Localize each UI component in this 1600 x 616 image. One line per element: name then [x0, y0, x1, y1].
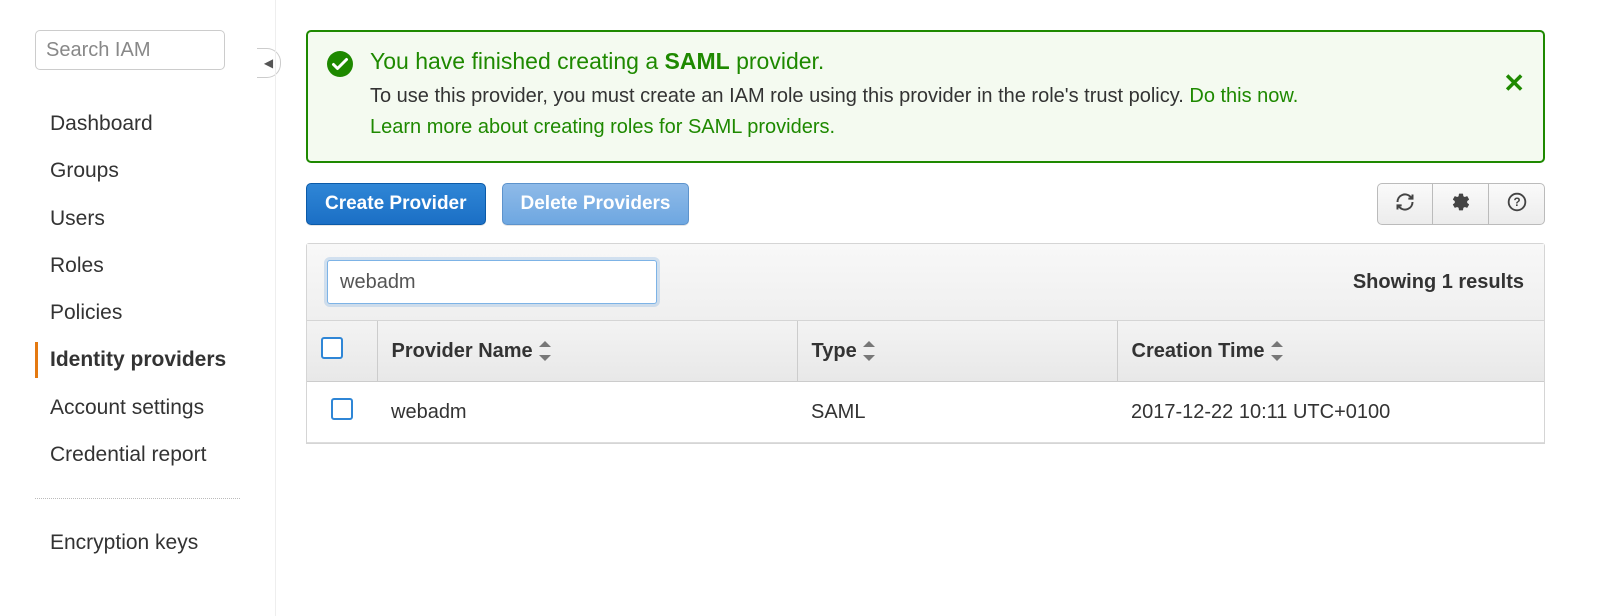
filter-input[interactable] — [327, 260, 657, 304]
cell-type: SAML — [797, 382, 1117, 443]
checkbox-icon — [321, 337, 343, 359]
alert-title: You have finished creating a SAML provid… — [370, 48, 1495, 75]
nav-item-account-settings[interactable]: Account settings — [0, 384, 275, 431]
sort-icon — [863, 343, 875, 359]
do-this-now-link[interactable]: Do this now. — [1189, 85, 1298, 107]
search-input[interactable] — [35, 30, 225, 70]
settings-button[interactable] — [1433, 183, 1489, 225]
cell-creation-time: 2017-12-22 10:11 UTC+0100 — [1117, 382, 1544, 443]
nav-item-roles[interactable]: Roles — [0, 242, 275, 289]
col-type[interactable]: Type — [797, 321, 1117, 382]
select-all-header[interactable] — [307, 321, 377, 382]
nav-item-credential-report[interactable]: Credential report — [0, 431, 275, 478]
success-check-icon — [326, 50, 354, 78]
main-content: ✕ You have finished creating a SAML prov… — [275, 0, 1600, 616]
caret-left-icon: ◀ — [264, 56, 273, 70]
filter-row: Showing 1 results — [307, 244, 1544, 321]
nav-item-users[interactable]: Users — [0, 195, 275, 242]
help-icon: ? — [1507, 192, 1527, 217]
sort-icon — [539, 343, 551, 359]
create-provider-button[interactable]: Create Provider — [306, 183, 486, 225]
providers-table: Provider Name Type Creation Time webadm … — [307, 321, 1544, 443]
row-checkbox[interactable] — [331, 398, 353, 420]
refresh-button[interactable] — [1377, 183, 1433, 225]
nav-item-encryption-keys[interactable]: Encryption keys — [0, 519, 275, 566]
providers-panel: Showing 1 results Provider Name Type Cre… — [306, 243, 1545, 444]
svg-text:?: ? — [1513, 196, 1520, 209]
nav-divider — [35, 498, 240, 499]
refresh-icon — [1395, 192, 1415, 217]
success-alert: ✕ You have finished creating a SAML prov… — [306, 30, 1545, 163]
table-row[interactable]: webadm SAML 2017-12-22 10:11 UTC+0100 — [307, 382, 1544, 443]
toolbar: Create Provider Delete Providers ? — [306, 183, 1545, 225]
alert-body: To use this provider, you must create an… — [370, 81, 1495, 143]
nav-item-policies[interactable]: Policies — [0, 289, 275, 336]
nav-item-identity-providers[interactable]: Identity providers — [0, 336, 275, 383]
delete-providers-button[interactable]: Delete Providers — [502, 183, 690, 225]
nav-item-groups[interactable]: Groups — [0, 147, 275, 194]
help-button[interactable]: ? — [1489, 183, 1545, 225]
results-count: Showing 1 results — [1353, 271, 1524, 294]
sidebar-nav: Dashboard Groups Users Roles Policies Id… — [0, 90, 275, 567]
nav-item-dashboard[interactable]: Dashboard — [0, 100, 275, 147]
alert-close-button[interactable]: ✕ — [1503, 68, 1525, 99]
cell-provider-name: webadm — [377, 382, 797, 443]
learn-more-link[interactable]: Learn more about creating roles for SAML… — [370, 116, 835, 138]
col-provider-name[interactable]: Provider Name — [377, 321, 797, 382]
sort-icon — [1271, 343, 1283, 359]
col-creation-time[interactable]: Creation Time — [1117, 321, 1544, 382]
close-icon: ✕ — [1503, 68, 1525, 98]
gear-icon — [1451, 192, 1471, 217]
sidebar: ◀ Dashboard Groups Users Roles Policies … — [0, 0, 275, 616]
